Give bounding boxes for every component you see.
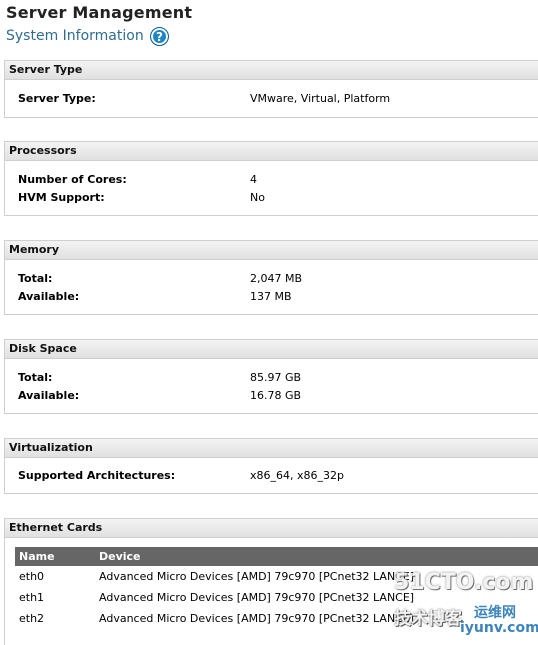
- cell-name: eth1: [19, 591, 45, 604]
- server-type-section: Server Type Server Type: VMware, Virtual…: [4, 60, 538, 118]
- info-label: Available:: [18, 290, 80, 303]
- section-header: Memory: [5, 241, 538, 260]
- column-header-device[interactable]: Device: [95, 547, 538, 566]
- watermark-url: iyunv.com: [460, 620, 538, 636]
- info-label: Supported Architectures:: [18, 469, 176, 482]
- section-header: Virtualization: [5, 439, 538, 458]
- section-header: Server Type: [5, 61, 538, 80]
- info-value: VMware, Virtual, Platform: [250, 92, 391, 105]
- info-label: Total:: [18, 272, 53, 285]
- info-value: 137 MB: [250, 290, 292, 303]
- info-value: No: [250, 191, 265, 204]
- section-header: Disk Space: [5, 340, 538, 359]
- info-label: Available:: [18, 389, 80, 402]
- table-header-row: Name Device: [15, 547, 538, 566]
- watermark-ops: 运维网: [474, 605, 516, 621]
- info-label: HVM Support:: [18, 191, 105, 204]
- info-value: 4: [250, 173, 257, 186]
- virtualization-section: Virtualization Supported Architectures: …: [4, 438, 538, 494]
- watermark-blog: 技术博客: [394, 609, 462, 629]
- section-header: Ethernet Cards: [5, 519, 538, 538]
- memory-section: Memory Total: 2,047 MB Available: 137 MB: [4, 240, 538, 315]
- section-header: Processors: [5, 142, 538, 161]
- disk-space-section: Disk Space Total: 85.97 GB Available: 16…: [4, 339, 538, 414]
- processors-section: Processors Number of Cores: 4 HVM Suppor…: [4, 141, 538, 216]
- info-value: 16.78 GB: [250, 389, 302, 402]
- watermark-site: 51CTO.com: [394, 570, 534, 595]
- cell-name: eth2: [19, 612, 45, 625]
- info-value: 2,047 MB: [250, 272, 303, 285]
- info-label: Total:: [18, 371, 53, 384]
- column-header-name[interactable]: Name: [15, 547, 95, 566]
- help-icon[interactable]: ?: [150, 27, 169, 46]
- info-label: Server Type:: [18, 92, 96, 105]
- cell-name: eth0: [19, 570, 45, 583]
- info-label: Number of Cores:: [18, 173, 127, 186]
- info-value: 85.97 GB: [250, 371, 302, 384]
- page-subtitle: System Information: [6, 28, 144, 44]
- info-value: x86_64, x86_32p: [250, 469, 344, 482]
- page-title: Server Management: [6, 3, 193, 22]
